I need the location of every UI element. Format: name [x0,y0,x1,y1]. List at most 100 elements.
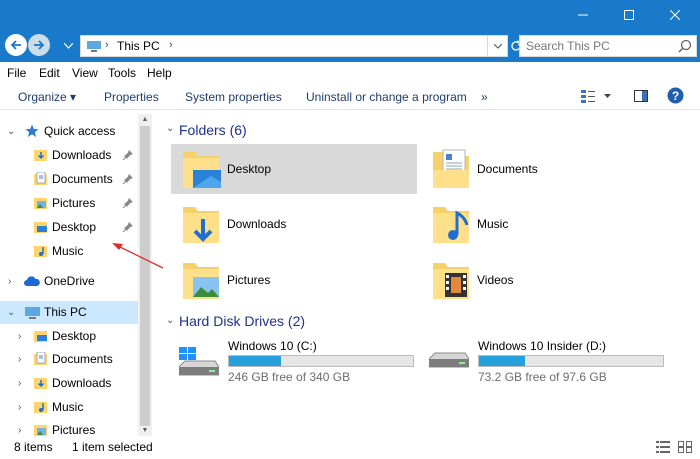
desktop-folder-icon [34,331,47,342]
chevron-right-icon[interactable]: › [18,378,28,389]
forward-button[interactable] [28,34,50,56]
nav-pc-music-label: Music [52,400,84,414]
nav-scrollbar-thumb[interactable] [140,126,150,426]
menu-file[interactable]: File [7,66,26,80]
nav-quick-documents[interactable]: Documents [0,168,138,191]
folders-group-header[interactable]: Folders (6) [179,122,247,138]
address-row: › This PC › [0,30,700,62]
uninstall-program-button[interactable]: Uninstall or change a program [306,90,467,104]
chevron-right-icon[interactable]: › [18,402,28,413]
item-count: 8 items [14,440,53,454]
documents-folder-icon [34,352,47,365]
address-history-dropdown[interactable] [488,35,508,57]
breadcrumb-separator[interactable]: › [105,39,109,51]
folder-tile-documents[interactable]: Documents [421,144,667,194]
drive-tile-d[interactable]: Windows 10 Insider (D:) 73.2 GB free of … [425,337,665,384]
scroll-up-arrow-icon[interactable]: ▲ [140,115,150,125]
folder-tile-videos[interactable]: Videos [421,255,667,305]
change-view-icon[interactable] [580,88,596,104]
nav-pc-music[interactable]: › Music [0,396,138,419]
chevron-right-icon[interactable]: › [18,331,28,342]
chevron-right-icon[interactable]: › [8,276,18,287]
nav-pc-documents[interactable]: › Documents [0,348,138,371]
maximize-button[interactable] [606,0,652,30]
folder-tile-pictures[interactable]: Pictures [171,255,417,305]
pin-icon[interactable] [123,222,133,232]
pin-icon[interactable] [123,174,133,184]
nav-pc-pictures[interactable]: › Pictures [0,419,138,436]
menu-bar: File Edit View Tools Help [0,62,700,84]
folder-tile-music[interactable]: Music [421,199,667,249]
pin-icon[interactable] [123,198,133,208]
properties-button[interactable]: Properties [104,90,159,104]
selection-count: 1 item selected [72,440,153,454]
chevron-right-icon[interactable]: › [18,425,28,436]
drives-group-header[interactable]: Hard Disk Drives (2) [179,313,305,329]
nav-this-pc[interactable]: ⌄ This PC [0,301,138,324]
close-button[interactable] [652,0,698,30]
windows-drive-icon [179,347,219,376]
pictures-folder-icon [34,198,47,209]
folder-tile-label: Downloads [227,217,287,231]
documents-folder-icon [433,149,469,188]
nav-quick-pictures-label: Pictures [52,196,96,210]
large-icons-view-icon[interactable] [678,441,692,453]
chevron-down-icon[interactable]: ⌄ [166,315,174,326]
minimize-button[interactable] [560,0,606,30]
chevron-down-icon[interactable]: ⌄ [166,123,174,134]
this-pc-icon [87,41,101,52]
drive-tile-c[interactable]: Windows 10 (C:) 246 GB free of 340 GB [175,337,415,384]
more-commands-button[interactable]: » [481,90,488,104]
nav-quick-access[interactable]: ⌄ Quick access [0,120,138,143]
folder-tile-label: Pictures [227,273,271,287]
content-pane: ⌄ Folders (6) Desktop Documents Download… [152,110,700,436]
search-box[interactable] [519,35,697,57]
search-icon[interactable] [678,39,692,53]
pin-icon[interactable] [123,150,133,160]
close-icon [670,10,680,20]
maximize-icon [624,10,634,20]
view-options-dropdown-icon[interactable] [604,94,611,98]
help-icon[interactable]: ? [667,87,684,104]
details-view-icon[interactable] [656,441,670,453]
pictures-folder-icon [34,425,47,436]
folder-tile-label: Documents [477,162,538,176]
menu-edit[interactable]: Edit [39,66,60,80]
nav-quick-music-label: Music [52,244,84,258]
drive-usage-fill [479,356,525,366]
folder-tile-downloads[interactable]: Downloads [171,199,417,249]
organize-button[interactable]: Organize ▾ [18,90,76,104]
nav-quick-desktop[interactable]: Desktop [0,216,138,239]
forward-arrow-icon [34,40,45,50]
recent-locations-dropdown[interactable] [63,38,74,52]
nav-pc-downloads-label: Downloads [52,376,112,390]
command-bar: Organize ▾ Properties System properties … [0,84,700,110]
nav-onedrive[interactable]: › OneDrive [0,270,138,293]
nav-quick-pictures[interactable]: Pictures [0,192,138,215]
drive-usage-bar [228,355,414,367]
nav-this-pc-label: This PC [44,305,87,319]
breadcrumb-this-pc[interactable]: This PC [117,39,160,53]
breadcrumb-separator[interactable]: › [169,39,173,51]
address-bar[interactable]: › This PC › [80,35,488,57]
chevron-down-icon[interactable]: ⌄ [7,307,17,318]
system-properties-button[interactable]: System properties [185,90,282,104]
drive-usage-bar [478,355,664,367]
menu-help[interactable]: Help [147,66,172,80]
nav-quick-downloads[interactable]: Downloads [0,144,138,167]
chevron-right-icon[interactable]: › [18,354,28,365]
status-bar: 8 items 1 item selected [0,436,700,459]
chevron-down-icon[interactable]: ⌄ [7,126,17,137]
preview-pane-icon[interactable] [633,88,649,104]
nav-pc-downloads[interactable]: › Downloads [0,372,138,395]
menu-view[interactable]: View [72,66,98,80]
nav-quick-music[interactable]: Music [0,240,138,263]
star-icon [25,124,39,137]
nav-pc-desktop[interactable]: › Desktop [0,325,138,348]
menu-tools[interactable]: Tools [108,66,136,80]
back-button[interactable] [5,34,27,56]
folder-tile-desktop[interactable]: Desktop [171,144,417,194]
downloads-folder-icon [183,207,219,243]
search-input[interactable] [520,36,670,56]
scroll-down-arrow-icon[interactable]: ▼ [140,426,150,436]
